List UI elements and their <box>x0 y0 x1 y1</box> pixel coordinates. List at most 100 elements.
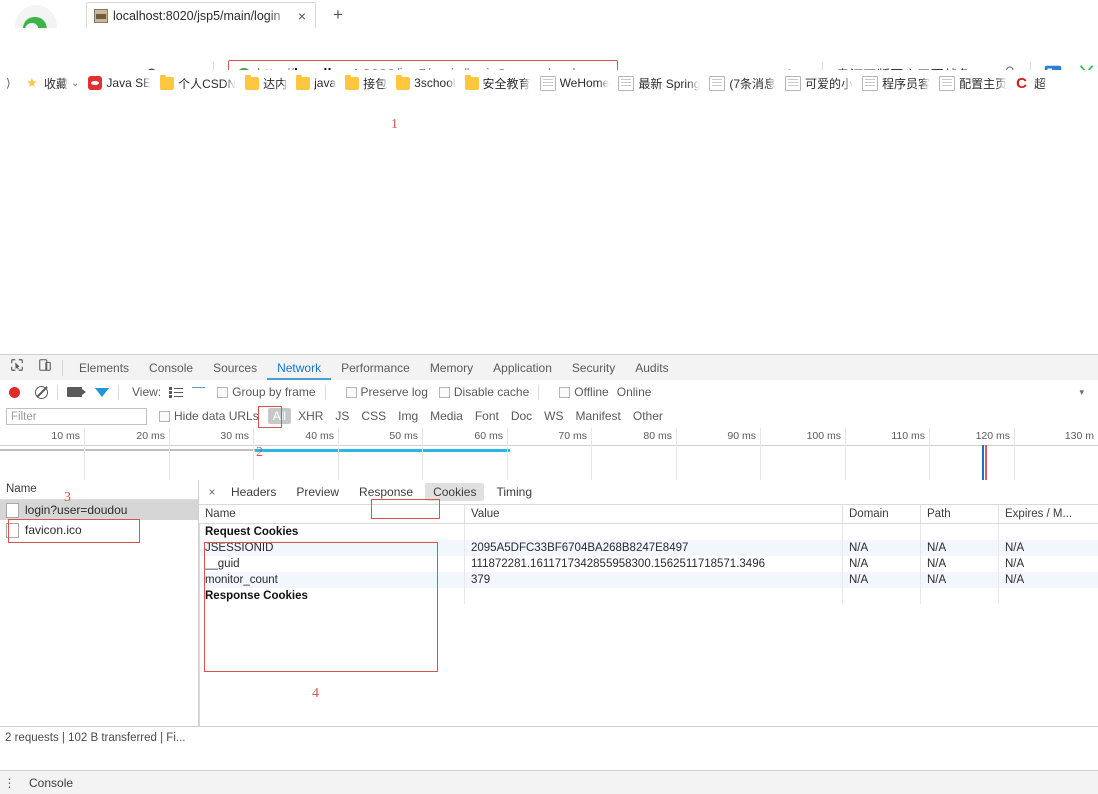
filter-type-font[interactable]: Font <box>470 409 504 423</box>
column-header-name[interactable]: Name <box>199 505 465 523</box>
toggle-device-toolbar-icon[interactable] <box>34 357 56 379</box>
filter-type-xhr[interactable]: XHR <box>293 409 328 423</box>
group-by-frame-checkbox[interactable] <box>217 386 229 398</box>
drawer-menu-icon[interactable]: ⋮ <box>0 776 20 790</box>
bookmark-item-wehome[interactable]: WeHome <box>539 75 609 91</box>
waterfall-view-icon[interactable] <box>192 386 206 398</box>
filter-type-other[interactable]: Other <box>628 409 668 423</box>
bookmark-item-3school[interactable]: 3school <box>396 74 456 90</box>
timeline-tick-label: 90 ms <box>727 430 756 442</box>
request-list-pane: Name login?user=doudou favicon.ico <box>0 480 199 726</box>
request-row-login[interactable]: login?user=doudou <box>0 500 198 520</box>
document-icon <box>6 502 19 518</box>
tab-close-icon[interactable]: × <box>293 9 311 23</box>
cookie-row-guid[interactable]: __guid 111872281.1611717342855958300.156… <box>199 556 1098 572</box>
detail-tab-response[interactable]: Response <box>351 483 421 501</box>
funnel-icon[interactable] <box>95 387 109 410</box>
filter-type-ws[interactable]: WS <box>539 409 568 423</box>
cookie-row-jsessionid[interactable]: JSESSIONID 2095A5DFC33BF6704BA268B8247E8… <box>199 540 1098 556</box>
detail-tab-headers[interactable]: Headers <box>223 483 284 501</box>
bookmark-item-java[interactable]: java <box>296 74 336 90</box>
bookmark-label: 超 <box>1034 76 1047 91</box>
group-by-frame-label[interactable]: Group by frame <box>232 385 315 399</box>
preserve-log-label[interactable]: Preserve log <box>361 385 428 399</box>
tab-elements[interactable]: Elements <box>69 356 139 380</box>
request-row-favicon[interactable]: favicon.ico <box>0 520 198 540</box>
bookmark-item-favorites[interactable]: ★ 收藏 ⌄ <box>26 75 79 92</box>
detail-tab-cookies[interactable]: Cookies <box>425 483 485 501</box>
tab-performance[interactable]: Performance <box>331 356 420 380</box>
hide-data-urls-checkbox[interactable] <box>159 410 170 422</box>
bookmark-item-messages[interactable]: (7条消息 <box>709 75 776 92</box>
bookmark-item-danei[interactable]: 达内 <box>245 74 287 92</box>
bookmark-label: 配置主页 <box>959 76 1008 91</box>
tab-memory[interactable]: Memory <box>420 356 483 380</box>
bookmark-item-config[interactable]: 配置主页 <box>939 75 1007 92</box>
tab-strip: localhost:8020/jsp5/main/login × + <box>0 0 1098 47</box>
filter-type-manifest[interactable]: Manifest <box>571 409 626 423</box>
tab-network[interactable]: Network <box>267 356 331 380</box>
detail-tab-timing[interactable]: Timing <box>488 483 540 501</box>
disable-cache-checkbox[interactable] <box>438 386 450 398</box>
tab-sources[interactable]: Sources <box>203 356 267 380</box>
tab-console[interactable]: Console <box>139 356 203 380</box>
bookmark-item-jiebao[interactable]: 接包 <box>345 74 387 92</box>
request-column-header[interactable]: Name <box>0 480 198 500</box>
bookmark-item-chao[interactable]: C 超 <box>1016 75 1046 92</box>
browser-tab[interactable]: localhost:8020/jsp5/main/login × <box>86 2 316 28</box>
timeline-gridline <box>422 428 423 480</box>
cookie-name: monitor_count <box>199 572 465 588</box>
offline-checkbox[interactable] <box>559 386 571 398</box>
bookmark-item-safety[interactable]: 安全教育 <box>464 74 531 92</box>
network-overview-timeline[interactable]: 10 ms 20 ms 30 ms 40 ms 50 ms 60 ms 70 ms 80 ms… <box>0 428 1098 481</box>
camera-icon[interactable] <box>67 387 86 397</box>
offline-label[interactable]: Offline <box>574 385 608 399</box>
bookmark-item-csdn[interactable]: 个人CSDN <box>160 74 237 92</box>
detail-tab-preview[interactable]: Preview <box>288 483 347 501</box>
bookmark-item-keai[interactable]: 可爱的小 <box>785 75 853 92</box>
inspect-element-icon[interactable] <box>6 357 28 379</box>
section-path <box>921 588 999 604</box>
network-body: Name login?user=doudou favicon.ico × Hea… <box>0 480 1098 728</box>
disable-cache-label[interactable]: Disable cache <box>454 385 529 399</box>
cookie-path: N/A <box>921 540 999 556</box>
filter-type-media[interactable]: Media <box>425 409 468 423</box>
devtools-drawer: ⋮ Console <box>0 770 1098 794</box>
chevron-down-icon[interactable]: ⌄ <box>71 78 79 89</box>
list-view-icon[interactable] <box>169 386 184 398</box>
tab-security[interactable]: Security <box>562 356 625 380</box>
drawer-tab-console[interactable]: Console <box>20 773 82 793</box>
page-icon <box>939 75 956 91</box>
column-header-domain[interactable]: Domain <box>843 505 921 523</box>
column-header-path[interactable]: Path <box>921 505 999 523</box>
hide-data-urls-label[interactable]: Hide data URLs <box>174 409 259 423</box>
filter-type-js[interactable]: JS <box>330 409 354 423</box>
new-tab-button[interactable]: + <box>327 4 349 26</box>
column-header-expires[interactable]: Expires / M... <box>999 505 1098 523</box>
filter-type-css[interactable]: CSS <box>356 409 391 423</box>
throttling-select[interactable]: Online <box>617 385 652 399</box>
section-value <box>465 588 843 604</box>
filter-type-img[interactable]: Img <box>393 409 423 423</box>
record-icon[interactable] <box>9 386 20 398</box>
tab-application[interactable]: Application <box>483 356 562 380</box>
bookmark-item-javase[interactable]: Java SE <box>88 76 151 90</box>
cookie-row-monitor-count[interactable]: monitor_count 379 N/A N/A N/A <box>199 572 1098 588</box>
load-event-marker <box>985 445 987 480</box>
filter-type-doc[interactable]: Doc <box>506 409 537 423</box>
bookmark-item-programmer[interactable]: 程序员客 <box>862 75 930 92</box>
close-icon[interactable]: × <box>203 485 221 499</box>
toolbar-divider <box>57 384 58 400</box>
bookmarks-overflow-icon[interactable]: ⟩ <box>6 76 11 90</box>
clear-icon[interactable] <box>35 385 48 399</box>
filter-input[interactable]: Filter <box>6 407 147 425</box>
bookmark-label: 个人CSDN <box>178 76 237 91</box>
tab-audits[interactable]: Audits <box>625 356 678 380</box>
bookmark-item-spring[interactable]: 最新 Spring <box>618 75 700 92</box>
chevron-down-icon[interactable]: ▾ <box>1079 387 1084 398</box>
timeline-tick-label: 110 ms <box>891 430 925 442</box>
preserve-log-checkbox[interactable] <box>345 386 357 398</box>
timeline-tick-label: 50 ms <box>389 430 418 442</box>
column-header-value[interactable]: Value <box>465 505 843 523</box>
filter-type-all[interactable]: All <box>267 408 292 424</box>
